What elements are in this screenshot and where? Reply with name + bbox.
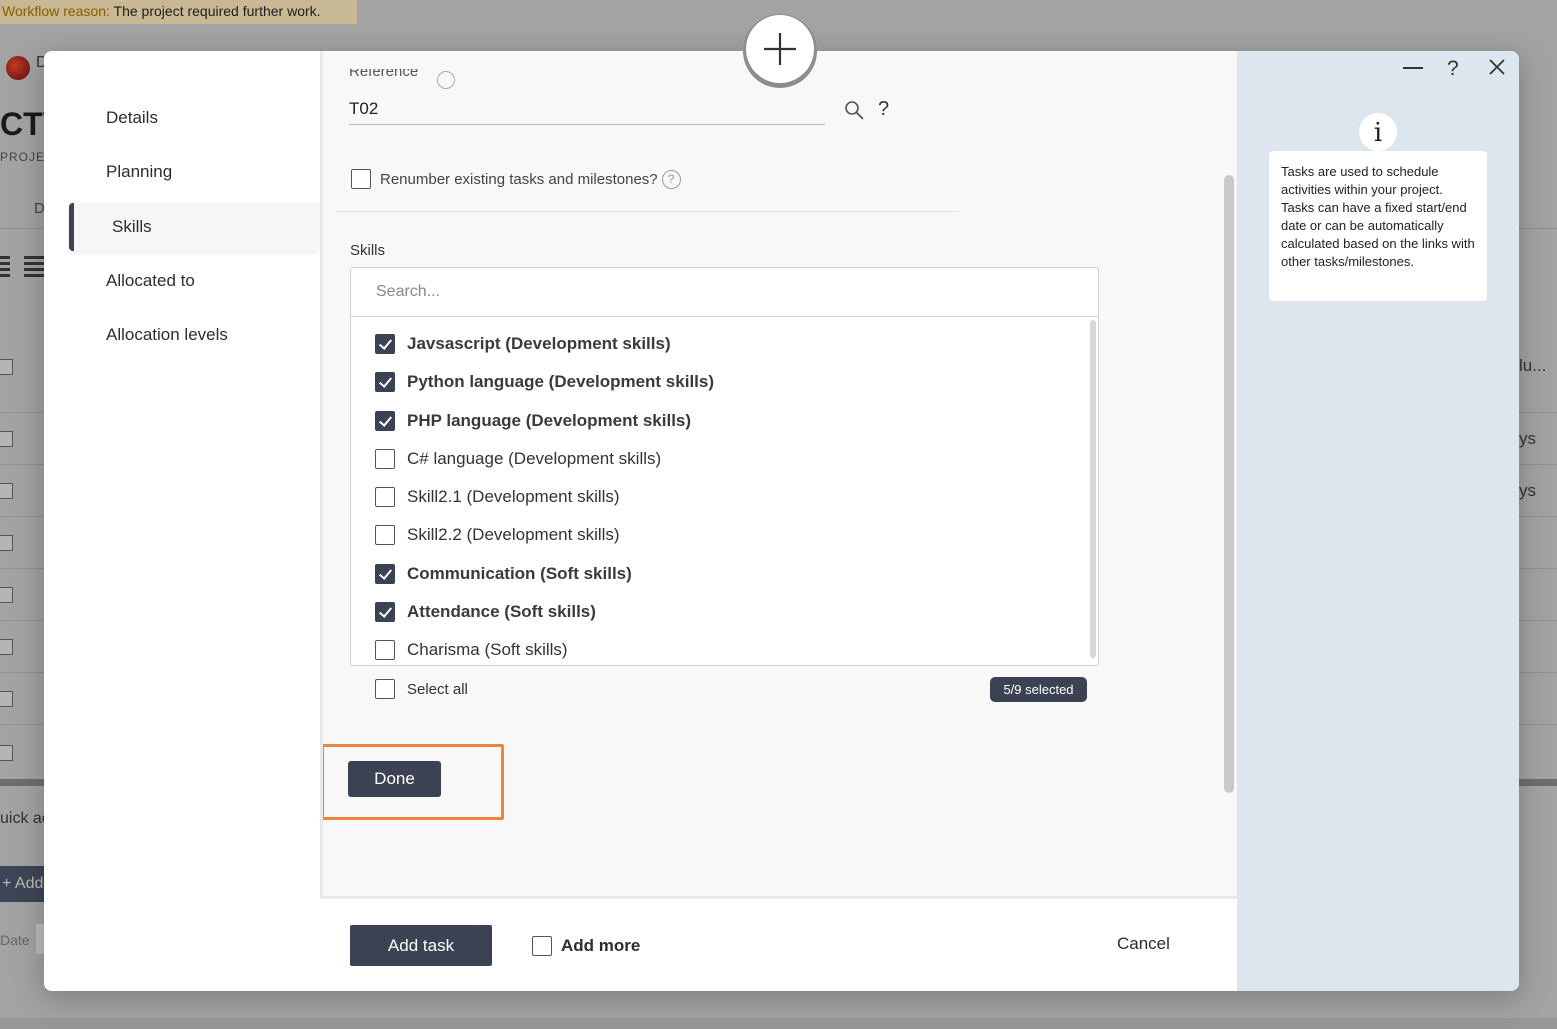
skill-label: C# language (Development skills) (407, 448, 662, 468)
cancel-button[interactable]: Cancel (1117, 934, 1170, 954)
skill-label: Javsascript (Development skills) (407, 334, 671, 353)
select-all-checkbox[interactable] (375, 679, 395, 699)
skill-item[interactable]: Skill2.2 (Development skills) (375, 524, 620, 546)
reference-help-button[interactable]: ? (878, 98, 889, 121)
background-checkbox (0, 535, 13, 551)
background-col-header: lu... (1519, 356, 1547, 375)
minimize-icon[interactable] (1403, 67, 1423, 69)
background-checkbox (0, 639, 13, 655)
workflow-label: Workflow reason: (2, 3, 110, 19)
background-cell: ys (1519, 481, 1536, 500)
skill-item[interactable]: Charisma (Soft skills) (375, 639, 568, 661)
background-date-label: Date (0, 932, 30, 948)
modal-content: Reference ? Renumber existing tasks and … (320, 51, 1237, 899)
plus-icon (764, 33, 796, 65)
background-checkbox (0, 745, 13, 761)
nav-item-planning[interactable]: Planning (106, 162, 172, 182)
skill-checkbox[interactable] (375, 487, 395, 507)
add-task-button[interactable]: Add task (350, 925, 492, 966)
background-checkbox (0, 431, 13, 447)
skill-label: Attendance (Soft skills) (407, 601, 596, 621)
skills-list: Javsascript (Development skills) Python l… (351, 318, 1091, 665)
info-panel: ? i Tasks are used to schedule activitie… (1237, 51, 1519, 991)
skill-checkbox[interactable] (375, 640, 395, 660)
nav-item-allocation-levels[interactable]: Allocation levels (106, 325, 228, 345)
skill-item[interactable]: C# language (Development skills) (375, 448, 661, 470)
search-icon[interactable] (843, 99, 865, 121)
nav-item-allocated-to[interactable]: Allocated to (106, 271, 195, 291)
add-more-checkbox[interactable] (532, 936, 552, 956)
background-cell: ys (1519, 429, 1536, 448)
reference-label: Reference (349, 63, 419, 80)
skill-item[interactable]: PHP language (Development skills) (375, 410, 691, 432)
select-all-option[interactable]: Select all (375, 678, 468, 700)
nav-item-details[interactable]: Details (106, 108, 158, 128)
background-bottom-bar (0, 1018, 1557, 1029)
workflow-banner: Workflow reason: The project required fu… (0, 0, 357, 24)
skill-label: Communication (Soft skills) (407, 563, 632, 583)
skill-checkbox-checked[interactable] (375, 334, 395, 354)
reference-input[interactable] (349, 93, 825, 125)
background-checkbox (0, 359, 13, 375)
content-scrollbar[interactable] (1224, 175, 1234, 793)
skill-label: Skill2.2 (Development skills) (407, 525, 620, 545)
help-circle-icon[interactable]: ? (661, 169, 681, 189)
skill-item[interactable]: Python language (Development skills) (375, 371, 714, 393)
skill-label: Python language (Development skills) (407, 372, 715, 392)
info-text: Tasks are used to schedule activities wi… (1269, 151, 1487, 301)
skill-item[interactable]: Javsascript (Development skills) (375, 333, 671, 355)
skill-item[interactable]: Attendance (Soft skills) (375, 601, 596, 623)
workflow-text: The project required further work. (113, 3, 321, 19)
close-icon[interactable] (1487, 57, 1507, 77)
add-plus-button[interactable] (746, 15, 814, 83)
background-add-button: + Add (0, 866, 50, 902)
quick-actions-label: uick ac (0, 810, 50, 827)
skill-checkbox-checked[interactable] (375, 410, 395, 431)
renumber-option[interactable]: Renumber existing tasks and milestones? … (351, 168, 681, 190)
renumber-label: Renumber existing tasks and milestones? (380, 170, 658, 188)
skills-label: Skills (350, 242, 386, 259)
info-icon: i (1359, 113, 1397, 151)
skills-multiselect: Javsascript (Development skills) Python l… (350, 267, 1099, 666)
reference-help-icon[interactable] (437, 71, 455, 89)
nav-item-skills[interactable]: Skills (69, 203, 319, 251)
skill-label: Charisma (Soft skills) (407, 640, 568, 659)
add-more-label: Add more (561, 936, 641, 955)
skill-checkbox-checked[interactable] (375, 563, 395, 584)
background-checkbox (0, 483, 13, 499)
section-divider (335, 211, 959, 212)
skill-checkbox[interactable] (375, 525, 395, 546)
skill-checkbox[interactable] (375, 448, 395, 469)
add-more-option[interactable]: Add more (532, 935, 640, 957)
selected-count-badge: 5/9 selected (990, 677, 1087, 702)
skill-label: Skill2.1 (Development skills) (407, 487, 620, 506)
skills-list-scrollbar[interactable] (1090, 320, 1096, 658)
skill-checkbox-checked[interactable] (375, 372, 395, 393)
background-checkbox (0, 691, 13, 707)
skill-checkbox-checked[interactable] (375, 601, 395, 622)
done-button[interactable]: Done (348, 761, 441, 797)
modal-side-nav: Details Planning Skills Allocated to All… (44, 51, 320, 901)
renumber-checkbox[interactable] (351, 169, 371, 189)
add-task-modal: Details Planning Skills Allocated to All… (44, 51, 1519, 991)
skill-label: PHP language (Development skills) (407, 410, 692, 430)
view-toggle-icons (0, 256, 46, 278)
skills-search-input[interactable] (351, 268, 1098, 317)
select-all-label: Select all (407, 680, 468, 698)
app-logo-icon (6, 56, 30, 80)
modal-footer: Add task Add more Cancel (44, 902, 1237, 991)
skill-item[interactable]: Skill2.1 (Development skills) (375, 486, 620, 508)
background-checkbox (0, 587, 13, 603)
skill-item[interactable]: Communication (Soft skills) (375, 563, 632, 585)
help-button[interactable]: ? (1447, 57, 1459, 81)
